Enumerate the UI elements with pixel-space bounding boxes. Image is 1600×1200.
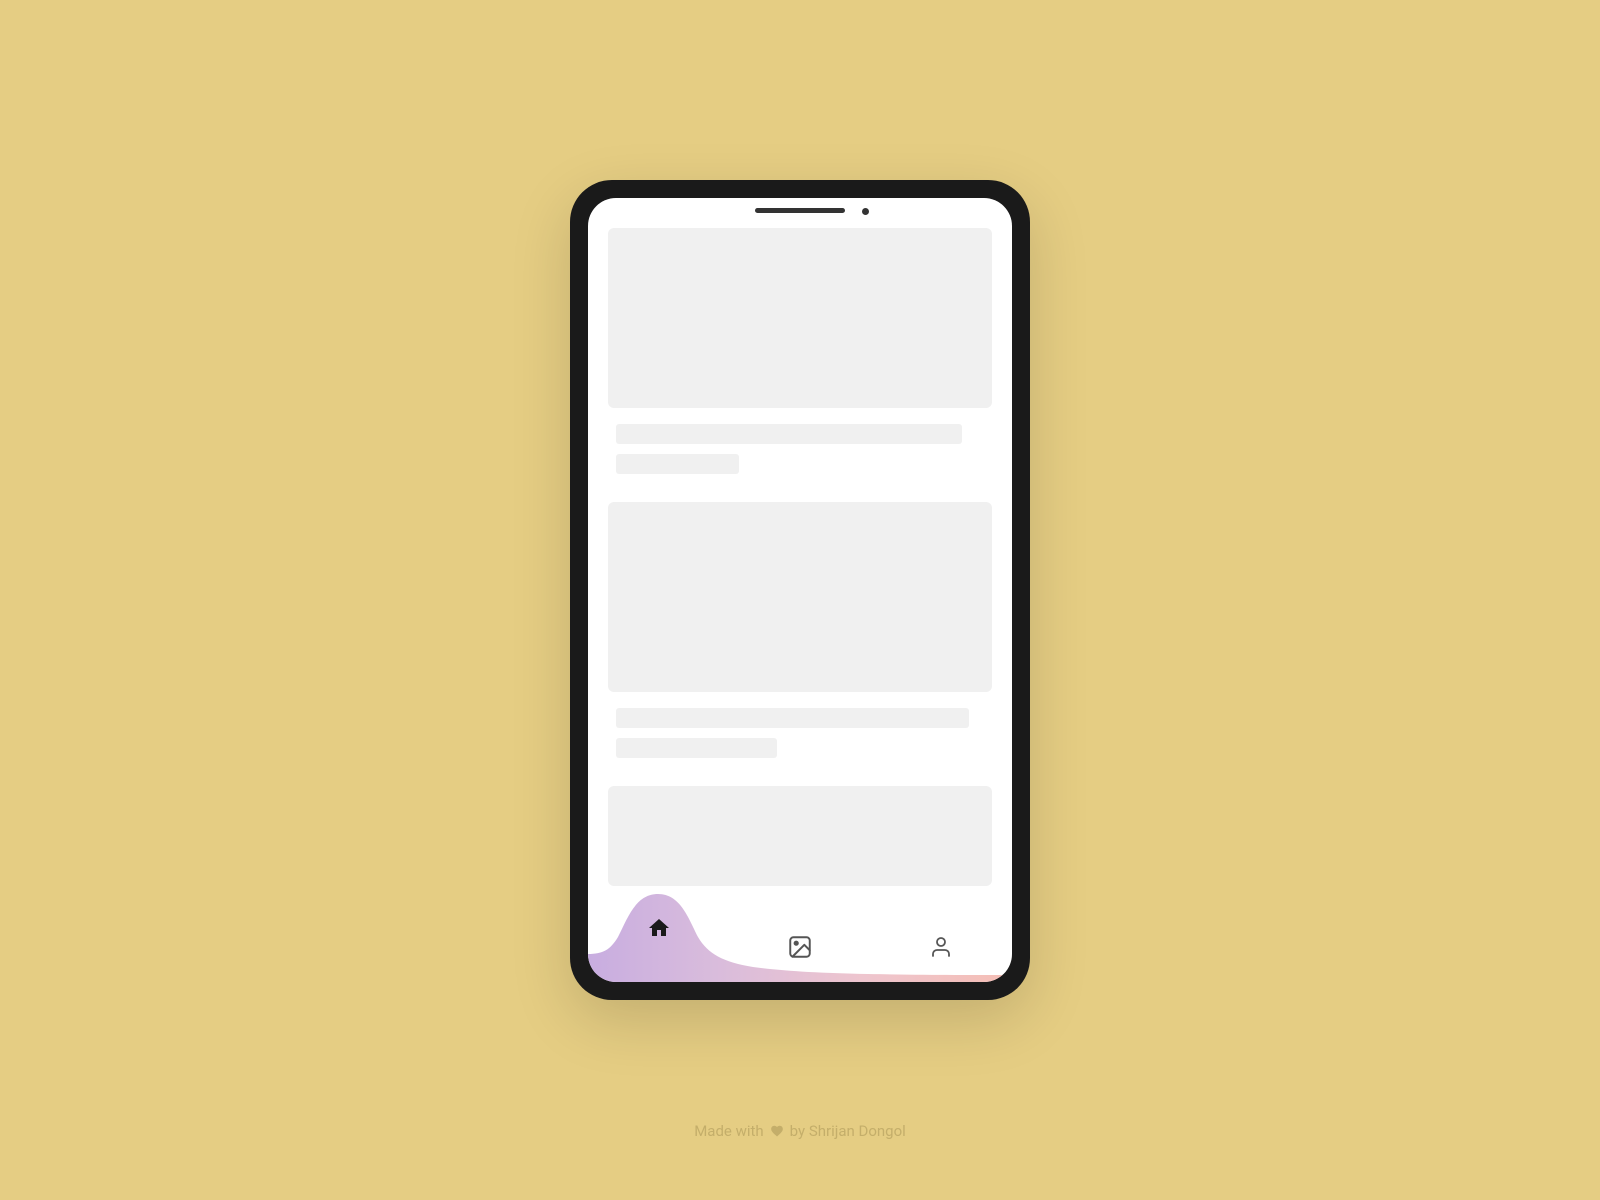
skeleton-card: [608, 228, 992, 408]
bottom-navigation: [588, 882, 1012, 982]
credit-text: Made with by Shrijan Dongol: [694, 1122, 906, 1140]
content-area: [588, 198, 1012, 982]
skeleton-card: [608, 786, 992, 886]
screen: [588, 198, 1012, 982]
phone-frame: [570, 180, 1030, 1000]
heart-icon: [770, 1124, 784, 1138]
image-icon: [787, 934, 813, 960]
skeleton-line: [616, 454, 739, 474]
nav-home-button[interactable]: [588, 912, 729, 982]
phone-camera: [862, 208, 869, 215]
skeleton-line: [616, 738, 777, 758]
nav-profile-button[interactable]: [871, 912, 1012, 982]
phone-speaker: [755, 208, 845, 213]
skeleton-card: [608, 502, 992, 692]
nav-items-container: [588, 912, 1012, 982]
user-icon: [929, 935, 953, 959]
credit-suffix: by Shrijan Dongol: [790, 1122, 906, 1140]
home-icon: [647, 916, 671, 940]
skeleton-line: [616, 424, 962, 444]
credit-prefix: Made with: [694, 1122, 763, 1140]
skeleton-line: [616, 708, 969, 728]
nav-gallery-button[interactable]: [729, 912, 870, 982]
